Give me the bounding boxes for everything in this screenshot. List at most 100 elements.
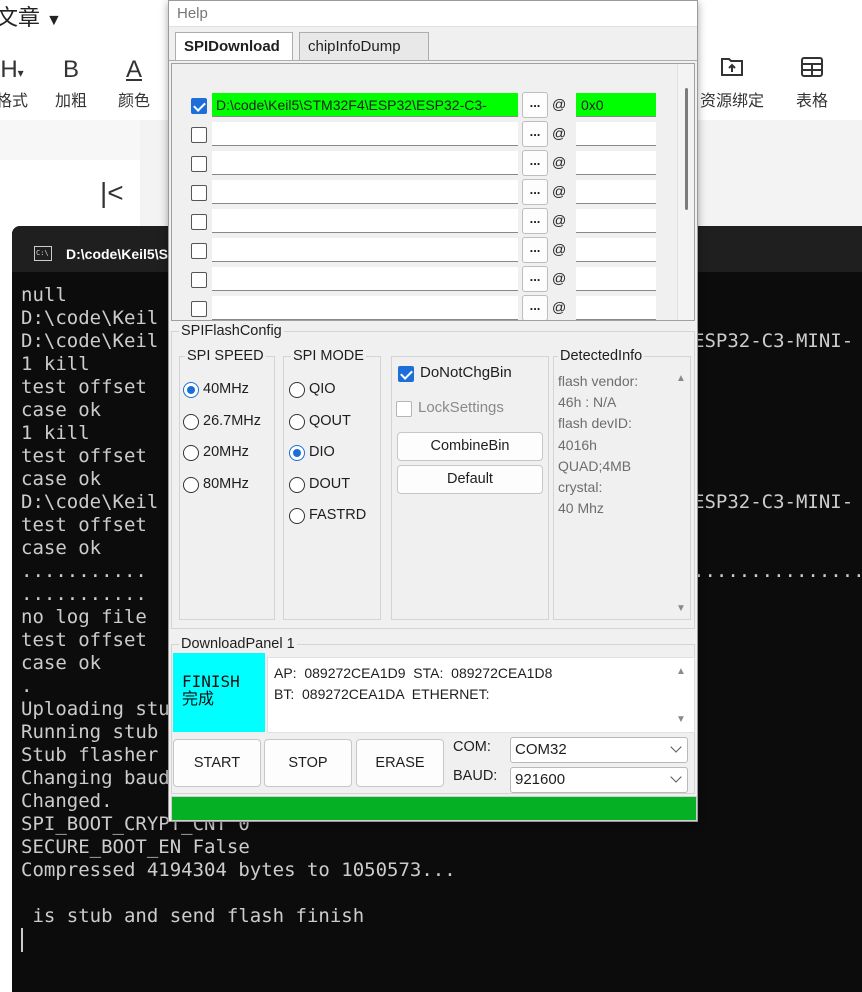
menu-bar: Help bbox=[169, 1, 697, 27]
address-input[interactable] bbox=[576, 209, 656, 233]
address-input[interactable] bbox=[576, 267, 656, 291]
erase-button[interactable]: ERASE bbox=[356, 739, 444, 787]
heading-icon: H▾ bbox=[0, 56, 24, 83]
chevron-down-icon bbox=[670, 771, 682, 783]
file-path-input[interactable] bbox=[212, 122, 518, 146]
baud-select[interactable]: 921600 bbox=[510, 767, 688, 793]
start-button[interactable]: START bbox=[173, 739, 261, 787]
file-enable-checkbox[interactable] bbox=[191, 98, 207, 114]
combine-bin-button[interactable]: CombineBin bbox=[397, 432, 543, 461]
browse-button[interactable]: ... bbox=[522, 179, 548, 205]
flash-download-tool-window: Help SPIDownload chipInfoDump D:\code\Ke… bbox=[168, 0, 698, 822]
spi-mode-title: SPI MODE bbox=[291, 348, 366, 364]
chevron-down-icon bbox=[670, 741, 682, 753]
file-path-input[interactable] bbox=[212, 180, 518, 204]
upload-folder-icon bbox=[700, 55, 764, 85]
file-path-input[interactable] bbox=[212, 209, 518, 233]
at-label: @ bbox=[552, 154, 567, 170]
toolbar-bold[interactable]: B 加粗 bbox=[41, 55, 101, 111]
mac-line-1: AP: 089272CEA1D9 STA: 089272CEA1D8 bbox=[274, 665, 553, 681]
file-row: ... @ bbox=[172, 294, 692, 320]
scroll-up-icon[interactable]: ▲ bbox=[676, 666, 686, 677]
toolbar-table-label: 表格 bbox=[795, 93, 828, 110]
address-input[interactable] bbox=[576, 122, 656, 146]
radio-label: FASTRD bbox=[309, 507, 367, 523]
scroll-up-icon[interactable]: ▲ bbox=[676, 373, 686, 384]
scroll-down-icon[interactable]: ▼ bbox=[676, 714, 686, 725]
at-label: @ bbox=[552, 96, 567, 112]
file-enable-checkbox[interactable] bbox=[191, 301, 207, 317]
toolbar-color[interactable]: A 颜色 bbox=[104, 55, 164, 111]
menu-help[interactable]: Help bbox=[177, 5, 208, 22]
browse-button[interactable]: ... bbox=[522, 237, 548, 263]
browse-button[interactable]: ... bbox=[522, 208, 548, 234]
scrollbar-thumb[interactable] bbox=[685, 88, 688, 210]
at-label: @ bbox=[552, 270, 567, 286]
toolbar-color-label: 颜色 bbox=[117, 93, 150, 110]
tab-spi-download[interactable]: SPIDownload bbox=[175, 32, 293, 61]
baud-value: 921600 bbox=[515, 771, 566, 788]
address-input[interactable] bbox=[576, 296, 656, 320]
file-row: ... @ bbox=[172, 178, 692, 207]
terminal-line: SECURE_BOOT_EN False bbox=[21, 836, 250, 858]
browse-button[interactable]: ... bbox=[522, 266, 548, 292]
radio-label: QOUT bbox=[309, 412, 351, 429]
radio-icon bbox=[289, 382, 305, 398]
file-enable-checkbox[interactable] bbox=[191, 156, 207, 172]
com-label: COM: bbox=[453, 739, 491, 755]
stop-button[interactable]: STOP bbox=[264, 739, 352, 787]
terminal-fragment: ESP32-C3-MINI- bbox=[693, 330, 854, 352]
toolbar-format[interactable]: H▾ 格式 bbox=[0, 55, 42, 111]
address-input[interactable] bbox=[576, 180, 656, 204]
radio-icon bbox=[183, 413, 199, 430]
toolbar-table[interactable]: 表格 bbox=[782, 55, 842, 111]
tab-divider bbox=[169, 60, 697, 61]
file-row: D:\code\Keil5\STM32F4\ESP32\ESP32-C3-...… bbox=[172, 91, 692, 120]
radio-icon bbox=[289, 508, 305, 524]
radio-label: 40MHz bbox=[203, 381, 249, 397]
detected-info-text: flash vendor: 46h : N/A flash devID: 401… bbox=[558, 373, 639, 517]
scroll-down-icon[interactable]: ▼ bbox=[676, 603, 686, 614]
radio-label: 80MHz bbox=[203, 475, 249, 492]
file-enable-checkbox[interactable] bbox=[191, 272, 207, 288]
default-button[interactable]: Default bbox=[397, 465, 543, 494]
file-row: ... @ bbox=[172, 265, 692, 294]
file-path-input[interactable] bbox=[212, 296, 518, 320]
file-path-input[interactable] bbox=[212, 151, 518, 175]
file-enable-checkbox[interactable] bbox=[191, 127, 207, 143]
collapse-icon[interactable]: |< bbox=[100, 178, 124, 208]
at-label: @ bbox=[552, 299, 567, 315]
file-enable-checkbox[interactable] bbox=[191, 243, 207, 259]
browse-button[interactable]: ... bbox=[522, 295, 548, 320]
file-enable-checkbox[interactable] bbox=[191, 185, 207, 201]
status-text: FINISH bbox=[182, 672, 240, 691]
radio-label: 20MHz bbox=[203, 444, 249, 460]
file-enable-checkbox[interactable] bbox=[191, 214, 207, 230]
file-path-input[interactable] bbox=[212, 267, 518, 291]
at-label: @ bbox=[552, 212, 567, 228]
terminal-tab-title[interactable]: D:\code\Keil5\S bbox=[66, 246, 168, 262]
editor-title[interactable]: 文章 ▼ bbox=[0, 0, 62, 32]
browse-button[interactable]: ... bbox=[522, 92, 548, 118]
browse-button[interactable]: ... bbox=[522, 150, 548, 176]
progress-bar bbox=[171, 796, 697, 821]
toolbar-resource-bind[interactable]: 资源绑定 bbox=[700, 55, 764, 111]
bold-icon: B bbox=[62, 56, 79, 83]
address-input[interactable]: 0x0 bbox=[576, 93, 656, 117]
file-row: ... @ bbox=[172, 207, 692, 236]
radio-icon bbox=[183, 382, 199, 398]
toolbar-format-label: 格式 bbox=[0, 93, 28, 110]
radio-icon bbox=[183, 445, 199, 461]
detected-info-title: DetectedInfo bbox=[558, 348, 645, 364]
address-input[interactable] bbox=[576, 151, 656, 175]
browse-button[interactable]: ... bbox=[522, 121, 548, 147]
com-select[interactable]: COM32 bbox=[510, 737, 688, 763]
file-path-input[interactable]: D:\code\Keil5\STM32F4\ESP32\ESP32-C3- bbox=[212, 93, 518, 117]
file-path-input[interactable] bbox=[212, 238, 518, 262]
spi-speed-title: SPI SPEED bbox=[185, 348, 266, 364]
address-input[interactable] bbox=[576, 238, 656, 262]
detected-info-group: flash vendor: 46h : N/A flash devID: 401… bbox=[553, 356, 691, 620]
tab-chip-info-dump[interactable]: chipInfoDump bbox=[299, 32, 429, 60]
status-text-cn: 完成 bbox=[182, 689, 215, 708]
chevron-down-icon[interactable]: ▼ bbox=[46, 12, 62, 29]
